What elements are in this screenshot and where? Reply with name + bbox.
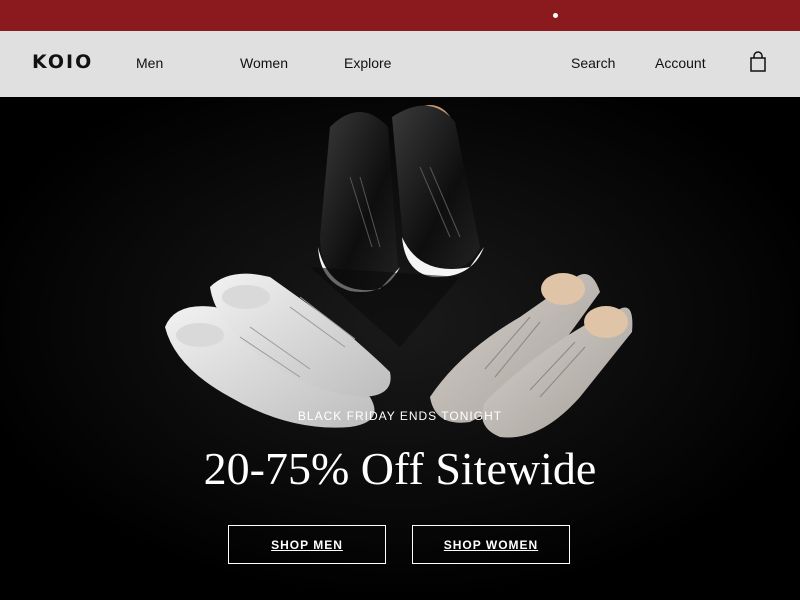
shop-men-button[interactable]: SHOP MEN bbox=[228, 525, 386, 564]
hero-banner: Black Friday Ends Tonight 20-75% Off Sit… bbox=[0, 97, 800, 600]
hero-eyebrow-text: Black Friday Ends Tonight bbox=[297, 409, 503, 423]
announcement-bar bbox=[0, 0, 800, 31]
nav-women-link[interactable]: Women bbox=[240, 55, 288, 71]
carousel-dot-indicator[interactable] bbox=[553, 13, 558, 18]
hero-sneakers-image bbox=[0, 97, 800, 600]
main-nav: KOIO Men Women Explore Search Account bbox=[0, 31, 800, 97]
nav-account-link[interactable]: Account bbox=[655, 55, 706, 71]
shop-women-button[interactable]: SHOP WOMEN bbox=[412, 525, 570, 564]
nav-search-link[interactable]: Search bbox=[571, 55, 615, 71]
nav-explore-link[interactable]: Explore bbox=[344, 55, 391, 71]
nav-men-link[interactable]: Men bbox=[136, 55, 163, 71]
hero-headline: 20-75% Off Sitewide bbox=[203, 443, 597, 494]
shopping-bag-icon[interactable] bbox=[748, 51, 768, 73]
brand-logo[interactable]: KOIO bbox=[32, 51, 93, 73]
